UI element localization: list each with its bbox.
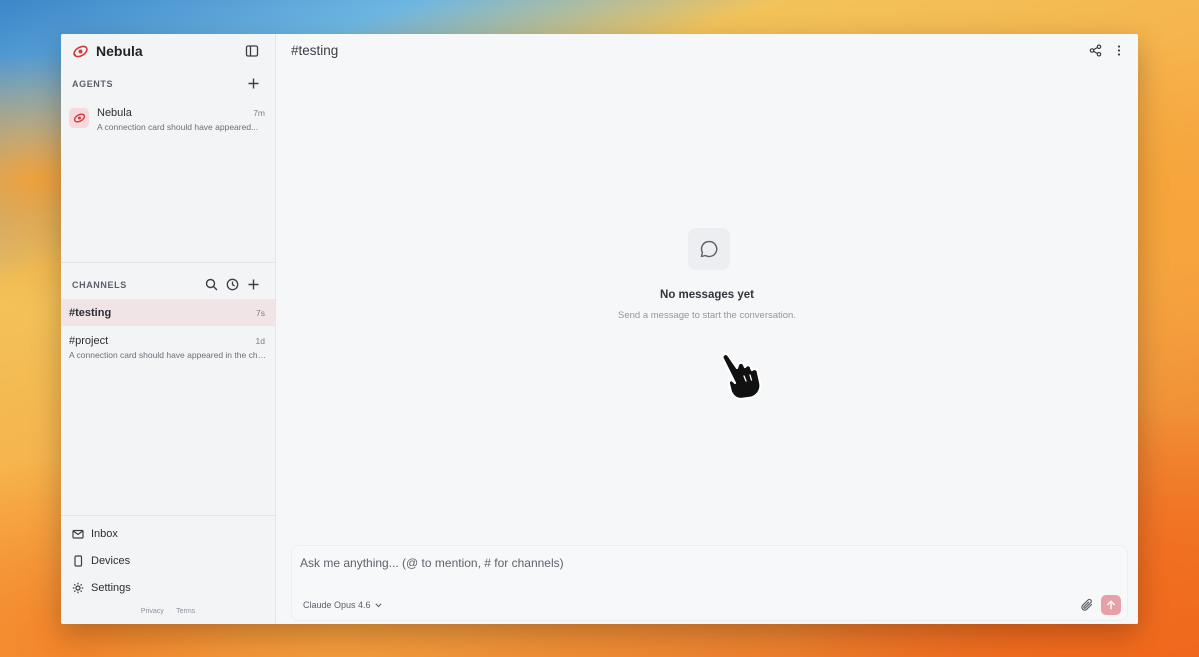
empty-state-subtitle: Send a message to start the conversation… <box>618 310 796 321</box>
separator-dot: · <box>168 608 172 615</box>
sidebar-toggle-icon[interactable] <box>245 44 259 58</box>
divider <box>61 515 275 516</box>
share-icon[interactable] <box>1089 44 1102 57</box>
main-panel: #testing No messages yet Send a message … <box>276 34 1138 624</box>
privacy-link[interactable]: Privacy <box>141 608 164 615</box>
agent-time: 7m <box>253 108 265 118</box>
nav-devices[interactable]: Devices <box>72 555 130 567</box>
hand-pointer-cursor-icon <box>721 352 762 401</box>
channels-actions <box>205 278 260 291</box>
message-composer: Claude Opus 4.6 <box>291 545 1128 621</box>
app-window: Nebula AGENTS Nebula 7m A connection car… <box>61 34 1138 624</box>
add-channel-icon[interactable] <box>247 278 260 291</box>
arrow-up-icon <box>1107 600 1115 610</box>
send-button[interactable] <box>1101 595 1121 615</box>
nav-label: Devices <box>91 555 131 567</box>
channel-name: #project <box>69 335 109 347</box>
sidebar: Nebula AGENTS Nebula 7m A connection car… <box>61 34 276 624</box>
history-icon[interactable] <box>226 278 239 291</box>
nav-settings[interactable]: Settings <box>72 582 131 594</box>
chevron-down-icon <box>374 602 382 607</box>
agent-name: Nebula <box>97 107 132 119</box>
phone-icon <box>74 555 83 567</box>
channel-time: 1d <box>255 336 265 346</box>
agents-header: AGENTS <box>72 79 114 89</box>
nebula-logo-icon <box>73 113 85 123</box>
app-name: Nebula <box>96 43 143 59</box>
empty-state-title: No messages yet <box>660 289 754 301</box>
channel-item-testing[interactable]: #testing 7s <box>61 299 275 326</box>
agent-avatar <box>69 108 89 128</box>
model-label: Claude Opus 4.6 <box>303 600 371 610</box>
mail-icon <box>72 529 84 539</box>
divider <box>61 262 275 263</box>
empty-state-icon-box <box>688 228 730 270</box>
gear-icon <box>72 582 84 594</box>
nebula-logo-icon <box>73 45 88 57</box>
chat-bubble-icon <box>700 240 718 258</box>
nav-inbox[interactable]: Inbox <box>72 528 118 540</box>
header-actions <box>1089 44 1122 57</box>
channel-preview: A connection card should have appeared i… <box>69 350 267 360</box>
channel-time: 7s <box>256 308 265 318</box>
agent-item-nebula[interactable]: Nebula 7m A connection card should have … <box>61 102 275 138</box>
channel-name: #testing <box>69 307 112 319</box>
agent-preview: A connection card should have appeared..… <box>97 122 259 132</box>
model-selector[interactable]: Claude Opus 4.6 <box>303 600 382 610</box>
nav-label: Inbox <box>91 528 118 540</box>
more-vertical-icon[interactable] <box>1116 44 1122 57</box>
brand: Nebula <box>72 43 143 59</box>
attach-icon[interactable] <box>1080 598 1094 612</box>
footer-links: Privacy · Terms <box>61 608 275 615</box>
channel-item-project[interactable]: #project 1d A connection card should hav… <box>61 328 275 364</box>
message-input[interactable] <box>300 556 1000 570</box>
agents-actions <box>247 77 260 90</box>
search-icon[interactable] <box>205 278 218 291</box>
terms-link[interactable]: Terms <box>176 608 195 615</box>
add-agent-icon[interactable] <box>247 77 260 90</box>
nav-label: Settings <box>91 582 131 594</box>
channel-title: #testing <box>291 43 339 58</box>
channels-header: CHANNELS <box>72 280 127 290</box>
